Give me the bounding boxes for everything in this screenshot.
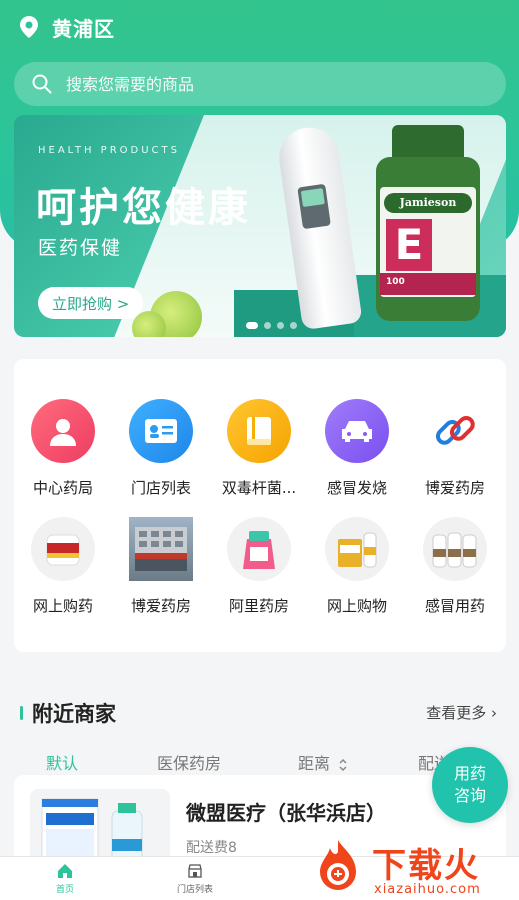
category-item[interactable]: 双毒杆菌...: [210, 399, 308, 498]
banner-subheadline: 医药保健: [38, 237, 123, 259]
search-bar[interactable]: [14, 62, 506, 106]
category-grid: 中心药局 门店列表 双毒杆菌... 感冒发烧 博爱药房 网上购药 博爱药房 阿里…: [14, 359, 506, 652]
bottle-letter: E: [386, 219, 432, 271]
category-label: 阿里药房: [228, 597, 289, 615]
category-label: 中心药局: [32, 479, 93, 497]
tab-insurance-pharmacy[interactable]: 医保药房: [157, 750, 221, 774]
person-icon: [31, 399, 95, 463]
category-item[interactable]: 感冒发烧: [308, 399, 406, 498]
bottle-brand: Jamieson: [384, 193, 472, 213]
car-icon: [325, 399, 389, 463]
banner-eyebrow: HEALTH PRODUCTS: [38, 145, 180, 156]
sort-icon: [339, 758, 347, 771]
nearby-section-title: 附近商家: [20, 698, 116, 728]
thermometer-display: [300, 188, 325, 208]
bottle-count: 100: [386, 277, 405, 287]
category-label: 博爱药房: [130, 597, 191, 615]
tab-home-label: 首页: [55, 885, 74, 895]
title-accent-bar: [20, 706, 23, 720]
category-label: 双毒杆菌...: [221, 479, 297, 497]
tab-home[interactable]: 首页: [30, 863, 100, 895]
carousel-indicator: [246, 322, 297, 329]
store-photo-icon: [129, 517, 193, 581]
tab-default[interactable]: 默认: [46, 750, 78, 774]
category-label: 感冒用药: [424, 597, 485, 615]
category-item[interactable]: 博爱药房: [406, 399, 504, 498]
product-box-icon: [227, 517, 291, 581]
book-icon: [227, 399, 291, 463]
watermark-url: xiazaihuo.com: [374, 882, 481, 897]
banner-headline: 呵护您健康: [36, 185, 251, 231]
nearby-title: 附近商家: [32, 702, 116, 726]
category-label: 网上购物: [326, 597, 387, 615]
consult-label-line1: 用药: [453, 764, 486, 783]
consult-button[interactable]: 用药 咨询: [432, 747, 508, 823]
product-jar-icon: [31, 517, 95, 581]
category-item[interactable]: 博爱药房: [112, 517, 210, 616]
tab-stores-label: 门店列表: [176, 885, 213, 895]
category-label: 门店列表: [130, 479, 191, 497]
tab-distance[interactable]: 距离: [298, 750, 348, 774]
carousel-dot[interactable]: [290, 322, 297, 329]
consult-label-line2: 咨询: [453, 786, 486, 805]
home-icon: [58, 864, 72, 878]
location-pin-icon: [20, 16, 38, 38]
view-more-label: 查看更多: [426, 704, 487, 722]
id-card-icon: [129, 399, 193, 463]
tab-distance-label: 距离: [298, 754, 331, 773]
watermark: 下载火 xiazaihuo.com: [306, 832, 519, 900]
watermark-brand: 下载火: [372, 846, 480, 886]
location-city: 黄浦区: [52, 16, 115, 41]
product-caltrate-icon: [325, 517, 389, 581]
tab-stores[interactable]: 门店列表: [160, 863, 230, 895]
category-item[interactable]: 网上购物: [308, 517, 406, 616]
merchant-delivery-fee: 配送费8: [186, 840, 237, 856]
category-item[interactable]: 感冒用药: [406, 517, 504, 616]
category-item[interactable]: 门店列表: [112, 399, 210, 498]
search-input[interactable]: [66, 74, 446, 94]
category-item[interactable]: 网上购药: [14, 517, 112, 616]
category-label: 网上购药: [32, 597, 93, 615]
lime-image: [132, 311, 166, 337]
location-selector[interactable]: 黄浦区: [20, 12, 115, 42]
chevron-right-icon: ›: [491, 704, 497, 722]
bottle-cap: [392, 125, 464, 159]
carousel-dot[interactable]: [277, 322, 284, 329]
carousel-dot[interactable]: [246, 322, 258, 329]
carousel-dot[interactable]: [264, 322, 271, 329]
category-label: 博爱药房: [424, 479, 485, 497]
product-bottles-icon: [423, 517, 487, 581]
banner-buy-button[interactable]: 立即抢购 >: [38, 287, 144, 319]
vitamin-bottle-image: Jamieson E 100: [376, 125, 480, 321]
promo-banner[interactable]: HEALTH PRODUCTS 呵护您健康 医药保健 立即抢购 > Jamies…: [14, 115, 506, 337]
view-more-link[interactable]: 查看更多 ›: [426, 702, 497, 723]
link-icon: [423, 399, 487, 463]
watermark-logo-icon: [320, 840, 356, 890]
search-icon: [32, 74, 52, 94]
category-item[interactable]: 中心药局: [14, 399, 112, 498]
category-item[interactable]: 阿里药房: [210, 517, 308, 616]
merchant-name: 微盟医疗（张华浜店）: [186, 801, 386, 825]
category-label: 感冒发烧: [326, 479, 387, 497]
store-icon: [188, 864, 202, 878]
